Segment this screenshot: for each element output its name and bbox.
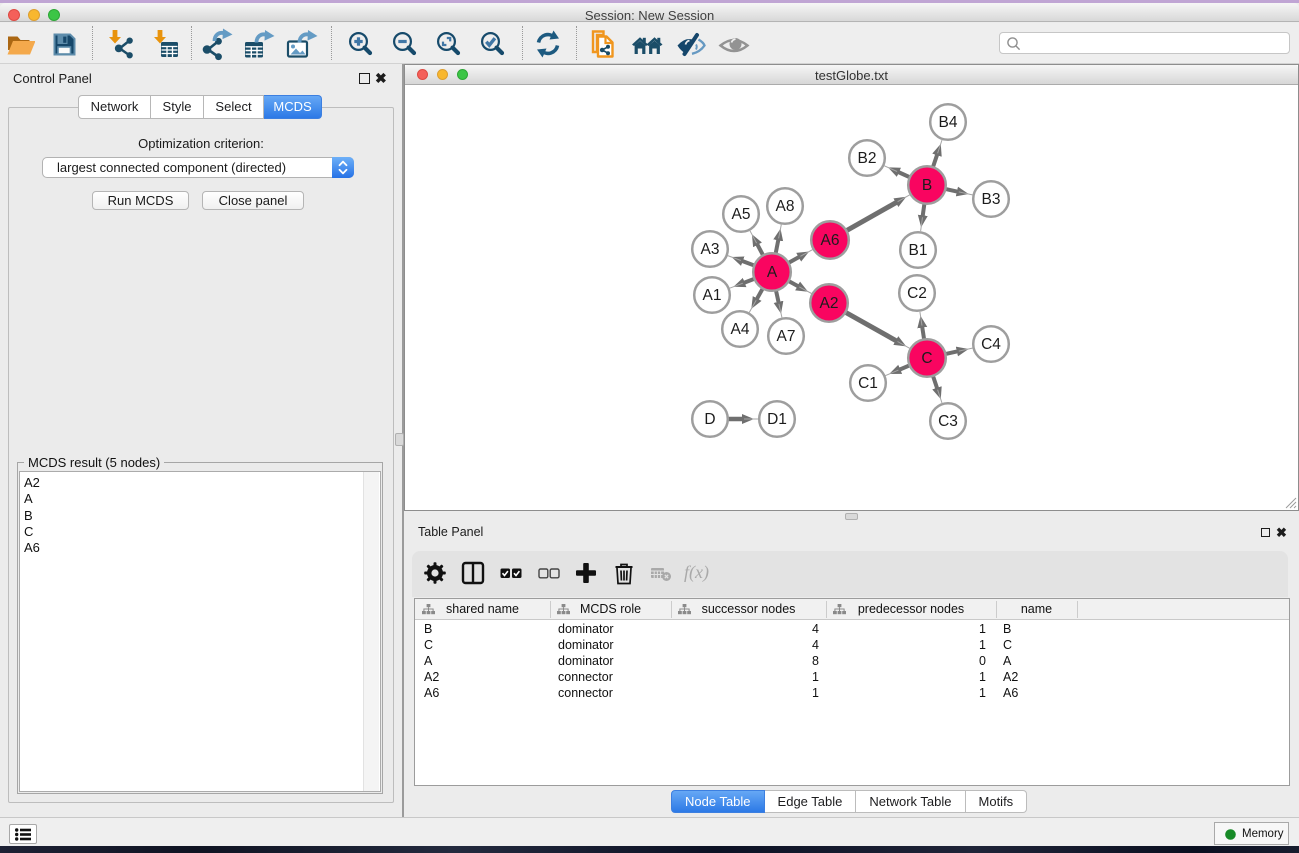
svg-text:D1: D1 (767, 411, 787, 428)
svg-text:B2: B2 (858, 150, 877, 167)
svg-text:C3: C3 (938, 413, 958, 430)
svg-text:A5: A5 (732, 206, 751, 223)
svg-text:B1: B1 (909, 242, 928, 259)
svg-text:A3: A3 (701, 241, 720, 258)
svg-text:A7: A7 (777, 328, 796, 345)
svg-text:B4: B4 (939, 114, 958, 131)
svg-text:B3: B3 (982, 191, 1001, 208)
svg-text:C: C (921, 350, 932, 367)
svg-text:B: B (922, 177, 932, 194)
svg-text:A1: A1 (703, 287, 722, 304)
svg-text:A2: A2 (820, 295, 839, 312)
svg-text:D: D (704, 411, 715, 428)
svg-text:C1: C1 (858, 375, 878, 392)
svg-text:C2: C2 (907, 285, 927, 302)
svg-text:A: A (767, 264, 778, 281)
svg-text:A4: A4 (731, 321, 750, 338)
svg-text:A6: A6 (821, 232, 840, 249)
svg-text:C4: C4 (981, 336, 1001, 353)
svg-text:A8: A8 (776, 198, 795, 215)
